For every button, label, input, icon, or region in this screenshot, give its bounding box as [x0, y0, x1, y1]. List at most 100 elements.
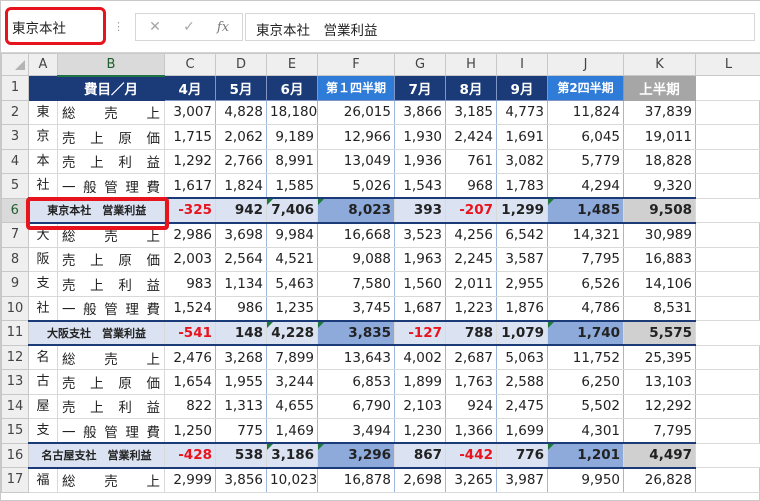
expense-item-cell[interactable]: 売上原価 [57, 246, 165, 272]
value-cell[interactable]: 5,063 [496, 344, 548, 370]
header-cell[interactable] [28, 75, 58, 101]
value-cell[interactable]: 6,045 [547, 124, 624, 150]
value-cell[interactable]: 3,007 [164, 99, 216, 125]
expense-item-cell[interactable]: 総売上 [57, 99, 165, 125]
empty-cell[interactable] [695, 467, 760, 493]
value-cell[interactable]: 11,752 [547, 344, 624, 370]
header-cell[interactable]: 上半期 [623, 75, 696, 101]
formula-input[interactable]: 東京本社 営業利益 [245, 13, 755, 41]
value-cell[interactable]: 2,011 [445, 271, 497, 297]
value-cell[interactable]: 776 [496, 442, 548, 469]
value-cell[interactable]: 11,824 [547, 99, 624, 125]
header-cell[interactable] [695, 75, 760, 101]
value-cell[interactable]: 1,617 [164, 173, 216, 199]
value-cell[interactable]: 7,795 [623, 418, 696, 444]
value-cell[interactable]: 8,023 [317, 197, 395, 224]
value-cell[interactable]: 9,189 [266, 124, 318, 150]
value-cell[interactable]: 30,989 [623, 222, 696, 248]
branch-name-cell[interactable]: 本 [28, 148, 58, 174]
row-header[interactable]: 6 [1, 197, 30, 223]
column-header-g[interactable]: G [394, 53, 446, 76]
value-cell[interactable]: 9,508 [623, 197, 696, 224]
value-cell[interactable]: 1,740 [547, 319, 624, 346]
value-cell[interactable]: 148 [215, 319, 267, 346]
branch-name-cell[interactable]: 社 [28, 173, 58, 199]
value-cell[interactable]: 1,292 [164, 148, 216, 174]
header-cell[interactable]: 5月 [215, 75, 267, 101]
column-header-l[interactable]: L [695, 53, 760, 76]
column-header-a[interactable]: A [28, 53, 58, 76]
value-cell[interactable]: -541 [164, 319, 216, 346]
value-cell[interactable]: 1,654 [164, 369, 216, 395]
value-cell[interactable]: 19,011 [623, 124, 696, 150]
value-cell[interactable]: 1,134 [215, 271, 267, 297]
value-cell[interactable]: 867 [394, 442, 446, 469]
value-cell[interactable]: 3,698 [215, 222, 267, 248]
column-header-f[interactable]: F [317, 53, 395, 76]
value-cell[interactable]: 4,786 [547, 295, 624, 321]
value-cell[interactable]: 761 [445, 148, 497, 174]
value-cell[interactable]: 1,299 [496, 197, 548, 224]
value-cell[interactable]: 5,779 [547, 148, 624, 174]
expense-item-cell[interactable]: 売上利益 [57, 393, 165, 419]
value-cell[interactable]: 2,062 [215, 124, 267, 150]
value-cell[interactable]: 6,250 [547, 369, 624, 395]
value-cell[interactable]: 1,079 [496, 319, 548, 346]
empty-cell[interactable] [695, 271, 760, 297]
branch-name-cell[interactable]: 支 [28, 271, 58, 297]
branch-name-cell[interactable]: 京 [28, 124, 58, 150]
value-cell[interactable]: 1,543 [394, 173, 446, 199]
value-cell[interactable]: 1,585 [266, 173, 318, 199]
value-cell[interactable]: 26,828 [623, 467, 696, 493]
value-cell[interactable]: 10,023 [266, 467, 318, 493]
branch-name-cell[interactable]: 阪 [28, 246, 58, 272]
expense-item-cell[interactable]: 売上原価 [57, 369, 165, 395]
value-cell[interactable]: 3,268 [215, 344, 267, 370]
value-cell[interactable]: 3,186 [266, 442, 318, 469]
value-cell[interactable]: 18,828 [623, 148, 696, 174]
value-cell[interactable]: 4,773 [496, 99, 548, 125]
value-cell[interactable]: 26,015 [317, 99, 395, 125]
value-cell[interactable]: 2,766 [215, 148, 267, 174]
value-cell[interactable]: 1,250 [164, 418, 216, 444]
value-cell[interactable]: 4,228 [266, 319, 318, 346]
row-header[interactable]: 9 [1, 271, 29, 297]
value-cell[interactable]: 6,853 [317, 369, 395, 395]
value-cell[interactable]: 1,691 [496, 124, 548, 150]
expense-item-cell[interactable]: 一般管理費 [57, 418, 165, 444]
empty-cell[interactable] [695, 148, 760, 174]
value-cell[interactable]: 2,698 [394, 467, 446, 493]
value-cell[interactable]: -442 [445, 442, 497, 469]
value-cell[interactable]: -325 [164, 197, 216, 224]
row-header[interactable]: 16 [1, 442, 29, 468]
empty-cell[interactable] [695, 344, 760, 370]
value-cell[interactable]: 6,790 [317, 393, 395, 419]
expense-item-cell[interactable]: 一般管理費 [57, 173, 165, 199]
cancel-icon[interactable]: ✕ [141, 19, 169, 35]
value-cell[interactable]: 5,463 [266, 271, 318, 297]
row-header[interactable]: 3 [1, 124, 29, 150]
value-cell[interactable]: 7,406 [266, 197, 318, 224]
value-cell[interactable]: 4,294 [547, 173, 624, 199]
value-cell[interactable]: 3,866 [394, 99, 446, 125]
expense-item-cell[interactable]: 総売上 [57, 467, 165, 493]
value-cell[interactable]: 16,878 [317, 467, 395, 493]
value-cell[interactable]: 4,655 [266, 393, 318, 419]
value-cell[interactable]: 942 [215, 197, 267, 224]
branch-name-cell[interactable]: 屋 [28, 393, 58, 419]
value-cell[interactable]: 775 [215, 418, 267, 444]
row-header[interactable]: 1 [1, 75, 29, 101]
value-cell[interactable]: 2,103 [394, 393, 446, 419]
value-cell[interactable]: 5,026 [317, 173, 395, 199]
empty-cell[interactable] [695, 124, 760, 150]
value-cell[interactable]: 2,564 [215, 246, 267, 272]
value-cell[interactable]: 8,991 [266, 148, 318, 174]
value-cell[interactable]: 4,002 [394, 344, 446, 370]
row-header[interactable]: 13 [1, 369, 29, 395]
branch-name-cell[interactable]: 社 [28, 295, 58, 321]
value-cell[interactable]: -127 [394, 319, 446, 346]
value-cell[interactable]: 1,366 [445, 418, 497, 444]
value-cell[interactable]: 4,828 [215, 99, 267, 125]
value-cell[interactable]: 1,230 [394, 418, 446, 444]
value-cell[interactable]: 3,082 [496, 148, 548, 174]
